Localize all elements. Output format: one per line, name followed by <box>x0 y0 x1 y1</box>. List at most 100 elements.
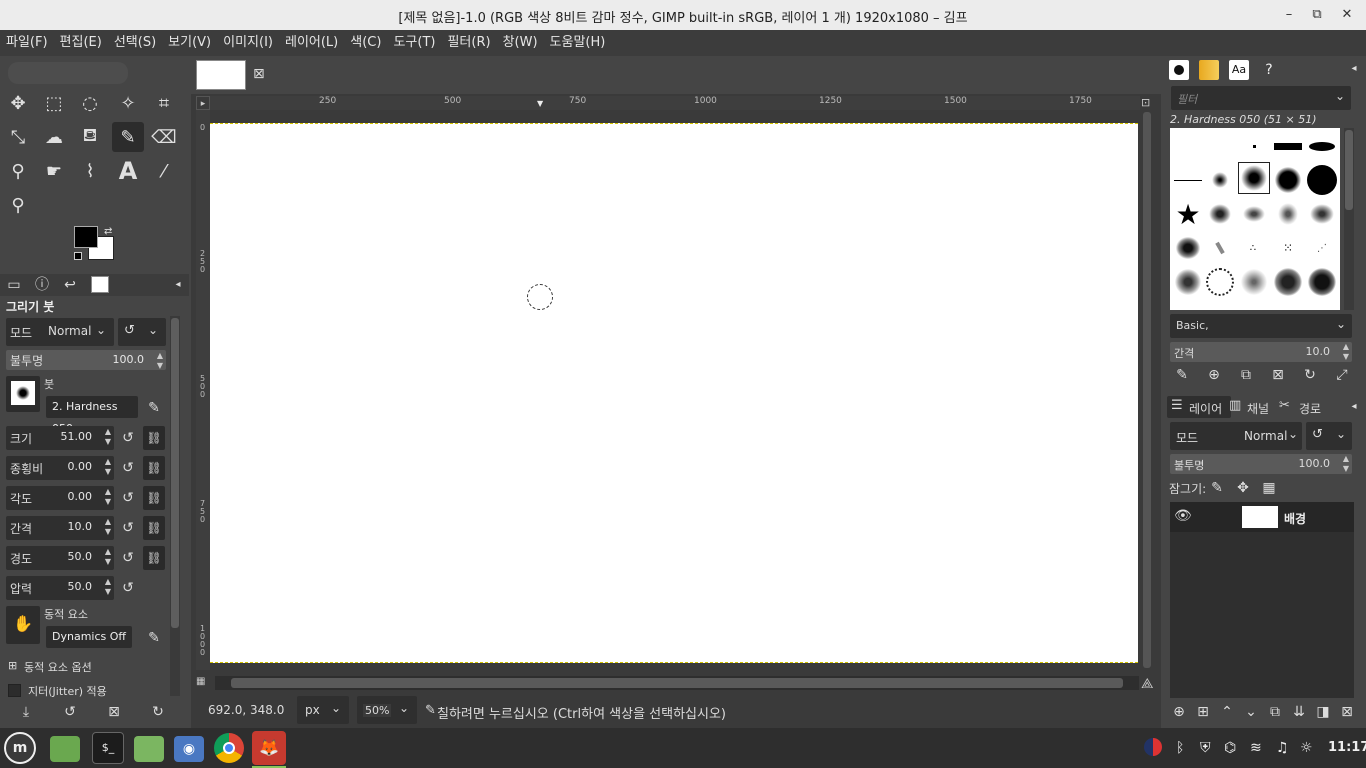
brush-sponge-3-icon[interactable] <box>1238 266 1270 298</box>
default-colors-icon[interactable] <box>74 252 82 260</box>
new-layer-icon[interactable]: ⊕ <box>1168 701 1190 723</box>
menu-image[interactable]: 이미지(I) <box>217 30 279 56</box>
layer-composite-select[interactable]: ↺ ⌄ <box>1306 422 1352 450</box>
brush-line-icon[interactable] <box>1172 164 1204 196</box>
move-tool-icon[interactable]: ✥ <box>2 88 34 118</box>
tool-options-tab-icon[interactable]: ▭ <box>4 275 24 295</box>
zoom-value[interactable]: 50% <box>363 704 392 717</box>
minimize-button[interactable]: – <box>1280 6 1298 24</box>
fuzzy-select-tool-icon[interactable]: ✧ <box>112 88 144 118</box>
fonts-tab-icon[interactable]: Aa <box>1229 60 1249 80</box>
scrollbar-thumb[interactable] <box>171 318 179 628</box>
edit-brush-icon[interactable]: ✎ <box>144 398 164 418</box>
mint-menu-icon[interactable]: m <box>4 732 36 764</box>
lasso-tool-icon[interactable]: ◌ <box>74 88 106 118</box>
device-status-tab-icon[interactable]: ⓘ <box>32 275 52 295</box>
show-desktop-icon[interactable] <box>50 736 80 762</box>
brush-texture-2-icon[interactable] <box>1204 232 1236 264</box>
image-tab-thumbnail[interactable] <box>196 60 246 90</box>
eraser-tool-icon[interactable]: ⌫ <box>148 122 180 152</box>
transform-tool-icon[interactable]: ⤡ <box>2 122 34 152</box>
paintbrush-tool-icon[interactable]: ✎ <box>112 122 144 152</box>
new-layer-group-icon[interactable]: ⊞ <box>1192 701 1214 723</box>
input-method-icon[interactable] <box>1144 738 1162 756</box>
brush-soft-small-icon[interactable] <box>1204 164 1236 196</box>
shield-icon[interactable]: ⛨ <box>1200 740 1211 756</box>
vscroll-thumb[interactable] <box>1143 112 1151 668</box>
menu-tools[interactable]: 도구(T) <box>387 30 441 56</box>
spin-arrows-icon[interactable]: ▲ ▼ <box>105 427 111 447</box>
terminal-icon[interactable]: $_ <box>92 732 124 764</box>
new-brush-icon[interactable]: ⊕ <box>1203 364 1225 386</box>
tab-paths[interactable]: ✂ 경로 <box>1279 396 1329 418</box>
swap-colors-icon[interactable]: ⇄ <box>104 226 112 237</box>
reset-pressure-icon[interactable]: ↺ <box>118 578 138 598</box>
brush-grid-scrollbar[interactable] <box>1344 128 1354 310</box>
menu-select[interactable]: 선택(S) <box>108 30 162 56</box>
rect-select-tool-icon[interactable]: ⬚ <box>38 88 70 118</box>
link-spacing-icon[interactable]: ⛓ <box>143 516 165 540</box>
spin-arrows-icon[interactable]: ▲ ▼ <box>105 457 111 477</box>
aspect-slider[interactable]: 종횡비 0.00 ▲ ▼ <box>6 456 114 480</box>
brush-hardness-075-icon[interactable] <box>1272 164 1304 196</box>
brushes-tab-icon[interactable] <box>1169 60 1189 80</box>
files-icon[interactable] <box>134 736 164 762</box>
help-tab-icon[interactable]: ? <box>1259 60 1279 80</box>
layer-mode-select[interactable]: 모드 Normal ⌄ <box>1170 422 1302 450</box>
menu-file[interactable]: 파일(F) <box>0 30 54 56</box>
refresh-brushes-icon[interactable]: ↻ <box>1299 364 1321 386</box>
dynamics-preview-button[interactable]: ✋ <box>6 606 40 644</box>
spin-arrows-icon[interactable]: ▲ ▼ <box>105 577 111 597</box>
menu-layer[interactable]: 레이어(L) <box>279 30 344 56</box>
reset-options-icon[interactable]: ↻ <box>148 702 168 722</box>
spin-arrows-icon[interactable]: ▲ ▼ <box>1343 454 1349 474</box>
bucket-fill-tool-icon[interactable]: ⛾ <box>74 122 106 152</box>
delete-layer-icon[interactable]: ⊠ <box>1336 701 1358 723</box>
menu-windows[interactable]: 창(W) <box>497 30 544 56</box>
layer-mask-icon[interactable]: ◨ <box>1312 701 1334 723</box>
layer-row[interactable]: 👁 배경 <box>1170 502 1354 532</box>
reset-size-icon[interactable]: ↺ <box>118 428 138 448</box>
opacity-slider[interactable]: 불투명 100.0 ▲ ▼ <box>6 350 166 370</box>
screenshot-icon[interactable]: ◉ <box>174 736 204 762</box>
brush-star-icon[interactable]: ★ <box>1172 198 1204 231</box>
merge-layer-icon[interactable]: ⇊ <box>1288 701 1310 723</box>
brush-sponge-4-icon[interactable] <box>1272 266 1304 298</box>
zoom-select[interactable]: 50% ⌄ <box>357 696 417 724</box>
text-tool-icon[interactable]: A <box>112 156 144 186</box>
mode-select[interactable]: 모드 Normal ⌄ <box>6 318 114 346</box>
reset-mode-select[interactable]: ↺ ⌄ <box>118 318 166 346</box>
brush-filter-field[interactable]: 필터 ⌄ <box>1171 86 1351 110</box>
brush-name-field[interactable]: 2. Hardness 050 <box>46 396 138 435</box>
lower-layer-icon[interactable]: ⌄ <box>1240 701 1262 723</box>
dynamics-name-field[interactable]: Dynamics Off <box>46 626 132 648</box>
navigation-arrow-icon[interactable]: ⟁ <box>1141 676 1154 692</box>
unit-select[interactable]: px ⌄ <box>297 696 349 724</box>
warp-tool-icon[interactable]: ☁ <box>38 122 70 152</box>
angle-slider[interactable]: 각도 0.00 ▲ ▼ <box>6 486 114 510</box>
brush-spacing-slider[interactable]: 간격 10.0 ▲ ▼ <box>1170 342 1352 362</box>
brush-splatter-3-icon[interactable] <box>1272 198 1304 230</box>
reset-hardness-icon[interactable]: ↺ <box>118 548 138 568</box>
clock[interactable]: 11:17 <box>1328 740 1366 755</box>
brush-splatter-4-icon[interactable] <box>1306 198 1338 230</box>
spacing-slider[interactable]: 간격 10.0 ▲ ▼ <box>6 516 114 540</box>
pressure-slider[interactable]: 압력 50.0 ▲ ▼ <box>6 576 114 600</box>
brush-hardness-050-icon[interactable] <box>1238 162 1270 194</box>
menu-filters[interactable]: 필터(R) <box>441 30 496 56</box>
brush-grid[interactable]: ★ ∴ ⁙ ⋰ <box>1170 128 1340 310</box>
spin-arrows-icon[interactable]: ▲ ▼ <box>105 487 111 507</box>
edit-dynamics-icon[interactable]: ✎ <box>144 628 164 648</box>
navigate-icon[interactable]: ▦ <box>196 676 210 690</box>
brush-block-icon[interactable] <box>1272 130 1304 162</box>
brush-dots-2-icon[interactable]: ⁙ <box>1272 232 1304 264</box>
brush-splatter-1-icon[interactable] <box>1204 198 1236 230</box>
brush-texture-1-icon[interactable] <box>1172 232 1204 264</box>
scrollbar-thumb[interactable] <box>1345 130 1353 210</box>
edit-brush-icon[interactable]: ✎ <box>1171 364 1193 386</box>
configure-layers-tab-icon[interactable]: ◂ <box>1343 396 1365 418</box>
brush-dot-icon[interactable] <box>1238 130 1270 162</box>
raise-layer-icon[interactable]: ⌃ <box>1216 701 1238 723</box>
network-icon[interactable]: ⌬ <box>1224 740 1236 756</box>
restore-options-icon[interactable]: ↺ <box>60 702 80 722</box>
